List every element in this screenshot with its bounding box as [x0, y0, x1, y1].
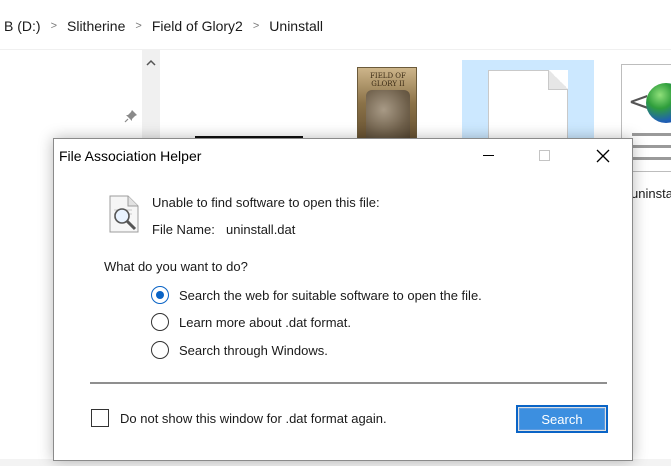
close-button[interactable] — [580, 139, 625, 172]
search-button[interactable]: Search — [516, 405, 608, 433]
dialog-divider — [90, 382, 607, 384]
dont-show-again-label[interactable]: Do not show this window for .dat format … — [120, 411, 387, 426]
breadcrumb: B (D:) > Slitherine > Field of Glory2 > … — [0, 15, 327, 37]
file-name-value: uninstall.dat — [226, 222, 296, 237]
uninstaller-line — [632, 157, 671, 160]
dont-show-again-option[interactable]: Do not show this window for .dat format … — [91, 408, 387, 428]
dialog-question: What do you want to do? — [104, 259, 248, 274]
game-cover-title: FIELD OF GLORY II — [370, 72, 406, 88]
dialog-message: Unable to find software to open this fil… — [152, 195, 380, 210]
option-search-web[interactable]: Search the web for suitable software to … — [151, 285, 482, 305]
file-search-icon — [108, 194, 142, 234]
scroll-up-icon[interactable] — [142, 52, 160, 72]
breadcrumb-slitherine[interactable]: Slitherine — [63, 18, 129, 34]
maximize-icon — [538, 149, 550, 161]
maximize-button[interactable] — [522, 139, 567, 172]
option-search-windows[interactable]: Search through Windows. — [151, 340, 328, 360]
file-label-uninstall[interactable]: uninsta — [631, 186, 671, 201]
option-learn-more[interactable]: Learn more about .dat format. — [151, 312, 351, 332]
option-label[interactable]: Search through Windows. — [179, 343, 328, 358]
radio-button[interactable] — [151, 313, 169, 331]
pin-icon[interactable] — [124, 109, 138, 123]
radio-button[interactable] — [151, 341, 169, 359]
chevron-right-icon[interactable]: > — [129, 20, 147, 32]
breadcrumb-uninstall[interactable]: Uninstall — [265, 18, 327, 34]
minimize-button[interactable] — [466, 139, 511, 172]
document-fold — [548, 70, 568, 90]
file-name-label: File Name: — [152, 222, 215, 237]
minimize-icon — [482, 154, 494, 156]
address-bar[interactable]: B (D:) > Slitherine > Field of Glory2 > … — [0, 0, 671, 50]
search-button-label: Search — [541, 411, 583, 427]
radio-button-checked[interactable] — [151, 286, 169, 304]
chevron-right-icon[interactable]: > — [247, 20, 265, 32]
chevron-right-icon[interactable]: > — [45, 20, 63, 32]
file-association-dialog: File Association Helper Unable to find s… — [53, 138, 633, 461]
option-label[interactable]: Search the web for suitable software to … — [179, 288, 482, 303]
option-label[interactable]: Learn more about .dat format. — [179, 315, 351, 330]
uninstaller-line — [632, 145, 671, 148]
breadcrumb-field-of-glory2[interactable]: Field of Glory2 — [148, 18, 247, 34]
uninstaller-line — [632, 133, 671, 136]
dialog-titlebar[interactable]: File Association Helper — [54, 139, 632, 172]
dialog-title: File Association Helper — [59, 148, 202, 164]
close-icon — [596, 149, 609, 162]
dont-show-again-checkbox[interactable] — [91, 409, 109, 427]
game-cover-thumbnail[interactable]: FIELD OF GLORY II — [357, 67, 417, 147]
breadcrumb-drive[interactable]: B (D:) — [0, 18, 45, 34]
